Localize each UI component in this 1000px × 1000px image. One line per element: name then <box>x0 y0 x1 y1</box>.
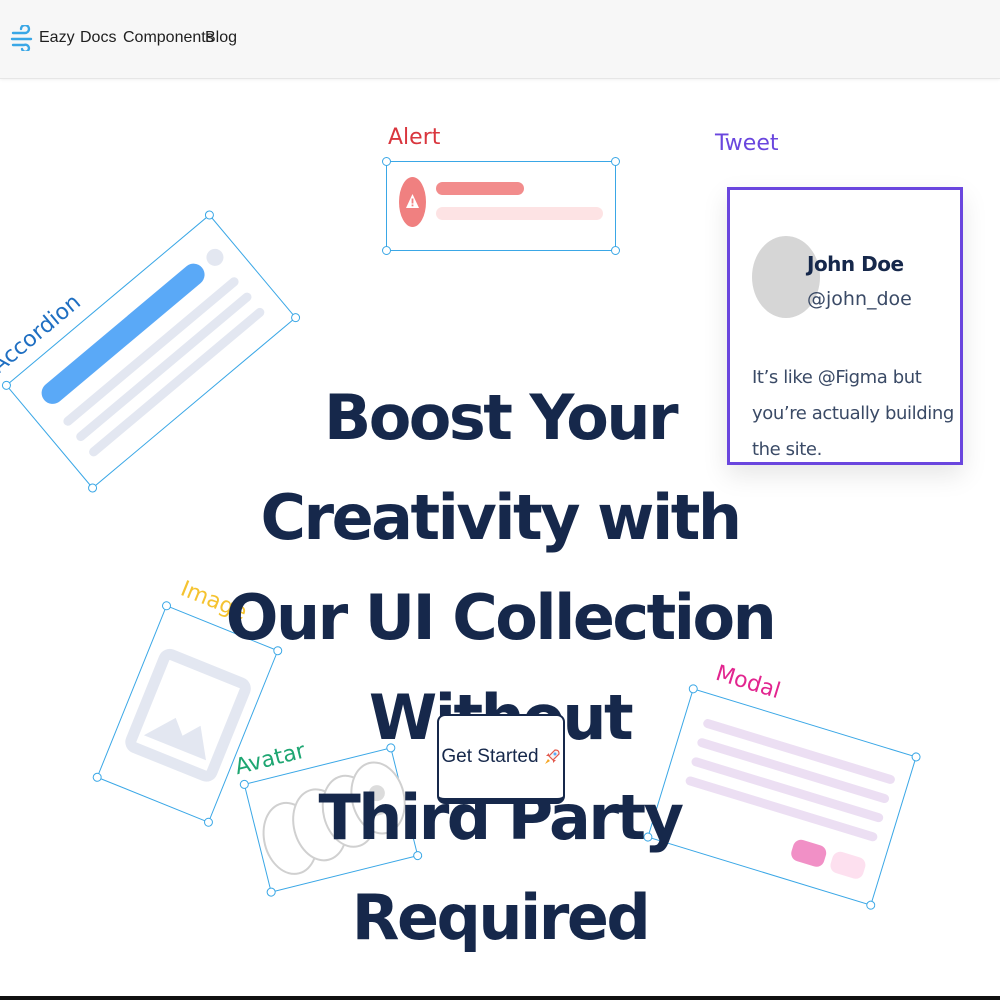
nav-link-components[interactable]: Components <box>123 29 214 47</box>
nav-link-blog[interactable]: Blog <box>205 29 237 47</box>
tweet-label: Tweet <box>715 131 779 156</box>
accordion-toggle-icon <box>202 245 227 270</box>
resize-handle[interactable] <box>910 751 922 763</box>
alert-card-illustration: Alert <box>382 125 620 255</box>
wind-logo-icon[interactable] <box>10 25 36 51</box>
resize-handle[interactable] <box>611 157 620 166</box>
nav-link-docs[interactable]: Docs <box>80 29 116 47</box>
alert-selection-box <box>382 157 620 255</box>
tweet-author-handle: @john_doe <box>807 288 912 310</box>
tweet-body-text: It’s like @Figma but you’re actually bui… <box>752 367 954 460</box>
modal-secondary-button-shape <box>828 849 868 881</box>
tweet-label-text: Tweet <box>715 131 779 156</box>
resize-handle[interactable] <box>86 481 99 495</box>
warning-icon <box>399 177 426 227</box>
get-started-button-label: Get Started <box>441 746 539 767</box>
resize-handle[interactable] <box>382 157 391 166</box>
resize-handle[interactable] <box>203 208 216 222</box>
alert-label: Alert <box>388 125 440 150</box>
hero-heading-line: Boost Your Creativity with <box>260 381 742 554</box>
alert-title-bar <box>436 182 524 195</box>
alert-label-text: Alert <box>388 125 441 150</box>
top-navbar: Eazy Docs Components Blog <box>0 0 1000 79</box>
resize-handle[interactable] <box>382 246 391 255</box>
bottom-divider <box>0 996 1000 1000</box>
alert-body-bar <box>436 207 603 220</box>
rocket-icon <box>544 749 560 764</box>
resize-handle[interactable] <box>611 246 620 255</box>
get-started-button[interactable]: Get Started <box>437 714 565 804</box>
tweet-author-name: John Doe <box>807 252 904 276</box>
nav-link-eazy[interactable]: Eazy <box>39 29 75 47</box>
tweet-card: John Doe @john_doe It’s like @Figma but … <box>727 187 963 465</box>
resize-handle[interactable] <box>0 379 13 392</box>
hero-heading: Boost Your Creativity with Our UI Collec… <box>200 368 800 968</box>
resize-handle[interactable] <box>865 899 877 911</box>
resize-handle[interactable] <box>289 311 302 324</box>
accordion-header-bar <box>37 259 210 409</box>
